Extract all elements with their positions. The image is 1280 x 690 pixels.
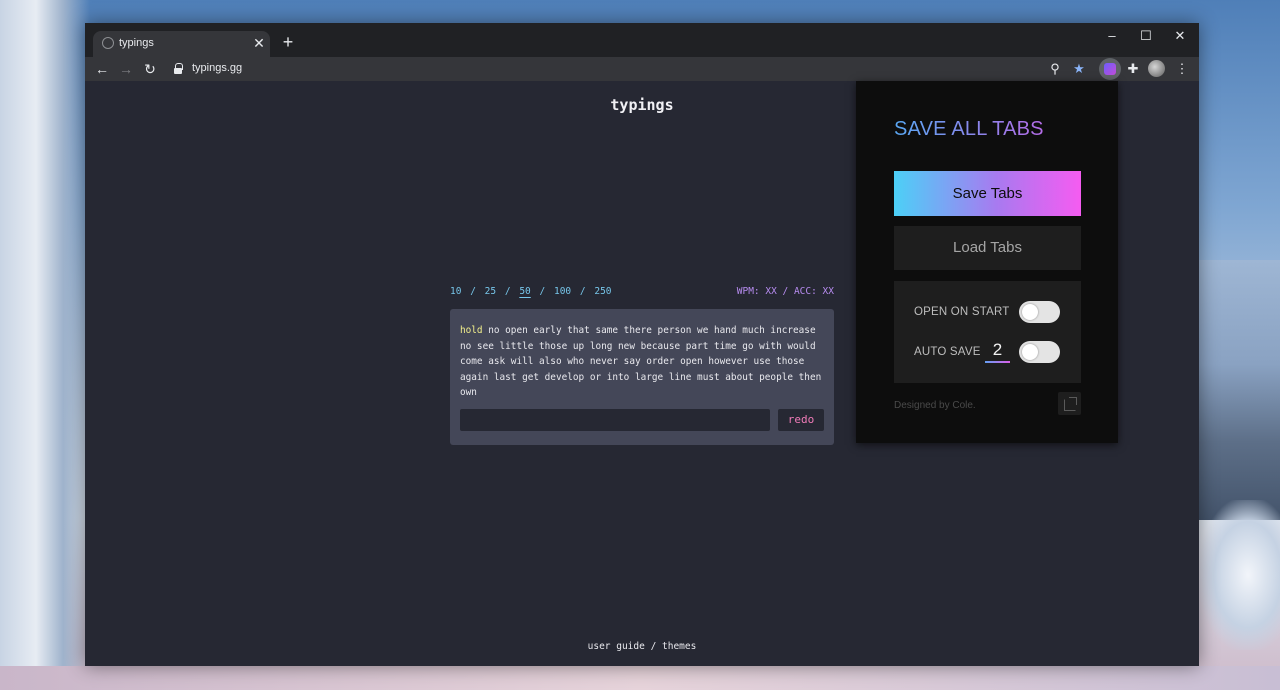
browser-menu-icon[interactable]: ⋮: [1172, 59, 1192, 79]
typing-input[interactable]: [460, 409, 770, 431]
browser-toolbar: ← → ↻ typings.gg ⚲ ★ ✚ ⋮: [85, 57, 1199, 81]
word-count-separator: /: [539, 286, 546, 297]
remaining-words: no open early that same there person we …: [460, 325, 822, 398]
zoom-icon[interactable]: ⚲: [1045, 59, 1065, 79]
external-link-icon[interactable]: [1058, 392, 1081, 415]
word-count-separator: /: [470, 286, 476, 297]
desktop-wallpaper-snow: [0, 666, 1280, 690]
browser-tab[interactable]: typings ✕: [93, 31, 270, 57]
open-on-start-toggle[interactable]: [1019, 301, 1060, 323]
auto-save-label: AUTO SAVE: [914, 346, 981, 358]
redo-button[interactable]: redo: [778, 409, 824, 431]
save-all-tabs-popup: SAVE ALL TABS Save Tabs Load Tabs OPEN O…: [856, 81, 1118, 443]
back-icon[interactable]: ←: [92, 59, 112, 79]
close-window-button[interactable]: ✕: [1163, 25, 1197, 47]
bookmark-star-icon[interactable]: ★: [1069, 59, 1089, 79]
footer-separator: /: [644, 641, 663, 652]
globe-icon: [102, 37, 114, 49]
save-tabs-button[interactable]: Save Tabs: [894, 171, 1081, 216]
word-count-250[interactable]: 250: [594, 286, 611, 297]
themes-link[interactable]: themes: [662, 641, 696, 652]
word-count-50[interactable]: 50: [519, 286, 530, 297]
user-guide-link[interactable]: user guide: [588, 641, 645, 652]
word-count-separator: /: [579, 286, 586, 297]
auto-save-toggle[interactable]: [1019, 341, 1060, 363]
typing-box: hold no open early that same there perso…: [450, 309, 834, 445]
settings-panel: OPEN ON START AUTO SAVE 2: [894, 281, 1081, 383]
word-count-selector: 10 / 25 / 50 / 100 / 250: [450, 286, 612, 297]
save-all-tabs-extension-icon[interactable]: [1099, 58, 1121, 80]
desktop-wallpaper-tree: [0, 0, 90, 690]
profile-avatar[interactable]: [1148, 60, 1165, 77]
maximize-button[interactable]: ☐: [1129, 25, 1163, 47]
address-bar[interactable]: typings.gg: [168, 58, 1048, 80]
designed-by-text: Designed by Cole.: [894, 400, 976, 411]
wpm-accuracy-stats: WPM: XX / ACC: XX: [736, 286, 834, 297]
reload-icon[interactable]: ↻: [140, 59, 160, 79]
popup-title: SAVE ALL TABS: [894, 118, 1044, 140]
forward-icon[interactable]: →: [116, 59, 136, 79]
tab-strip: typings ✕ + – ☐ ✕: [85, 23, 1199, 57]
word-count-25[interactable]: 25: [485, 286, 496, 297]
url-text: typings.gg: [192, 62, 243, 74]
load-tabs-button[interactable]: Load Tabs: [894, 226, 1081, 270]
word-count-100[interactable]: 100: [554, 286, 571, 297]
tab-title: typings: [119, 37, 154, 49]
new-tab-button[interactable]: +: [279, 32, 297, 52]
word-count-10[interactable]: 10: [450, 286, 461, 297]
extensions-puzzle-icon[interactable]: ✚: [1123, 59, 1143, 79]
minimize-button[interactable]: –: [1095, 25, 1129, 47]
word-count-separator: /: [504, 286, 511, 297]
desktop-wallpaper-snow-tree: [1200, 500, 1280, 650]
open-on-start-label: OPEN ON START: [914, 306, 1010, 318]
prompt-text: hold no open early that same there perso…: [460, 323, 828, 401]
auto-save-interval-input[interactable]: 2: [985, 339, 1010, 363]
tab-close-icon[interactable]: ✕: [251, 34, 267, 52]
desktop-wallpaper-hills: [1198, 260, 1280, 520]
browser-window: typings ✕ + – ☐ ✕ ← → ↻ typings.gg ⚲ ★ ✚…: [85, 23, 1199, 666]
current-word: hold: [460, 325, 483, 336]
footer-links: user guide / themes: [85, 641, 1199, 652]
lock-icon: [174, 63, 183, 74]
